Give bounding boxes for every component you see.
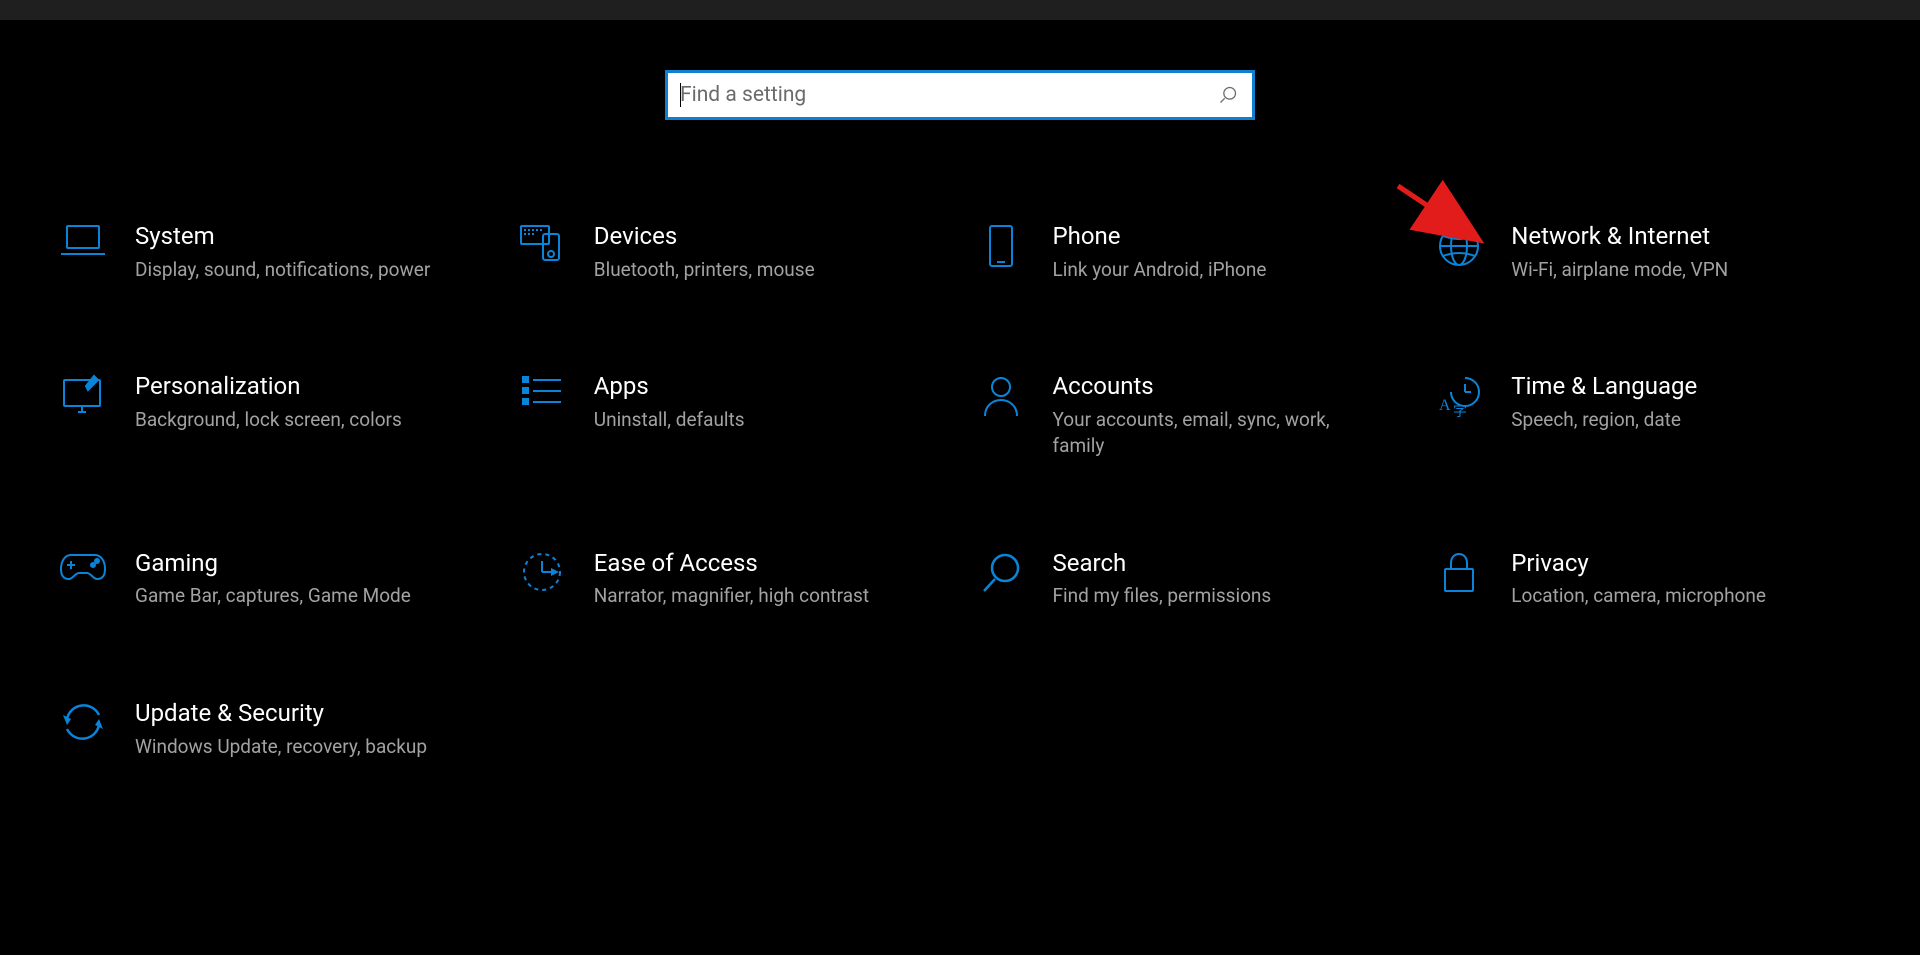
tile-accounts[interactable]: Accounts Your accounts, email, sync, wor…	[973, 372, 1432, 458]
tile-privacy[interactable]: Privacy Location, camera, microphone	[1431, 549, 1890, 609]
tile-ease[interactable]: Ease of Access Narrator, magnifier, high…	[514, 549, 973, 609]
settings-content: System Display, sound, notifications, po…	[0, 20, 1920, 759]
tile-gaming[interactable]: Gaming Game Bar, captures, Game Mode	[55, 549, 514, 609]
tile-personalization[interactable]: Personalization Background, lock screen,…	[55, 372, 514, 458]
globe-icon	[1431, 222, 1487, 268]
gamepad-icon	[55, 549, 111, 583]
tile-desc: Link your Android, iPhone	[1053, 257, 1267, 283]
tile-desc: Display, sound, notifications, power	[135, 257, 430, 283]
tile-title: System	[135, 222, 430, 251]
tile-desc: Your accounts, email, sync, work, family	[1053, 407, 1383, 458]
tile-title: Phone	[1053, 222, 1267, 251]
tile-title: Apps	[594, 372, 745, 401]
tile-desc: Bluetooth, printers, mouse	[594, 257, 815, 283]
search-box[interactable]	[665, 70, 1255, 120]
tile-desc: Wi-Fi, airplane mode, VPN	[1511, 257, 1728, 283]
tile-title: Privacy	[1511, 549, 1766, 578]
tile-title: Search	[1053, 549, 1272, 578]
phone-icon	[973, 222, 1029, 268]
tile-title: Personalization	[135, 372, 402, 401]
sync-icon	[55, 699, 111, 743]
tile-desc: Background, lock screen, colors	[135, 407, 402, 433]
row-1: Personalization Background, lock screen,…	[55, 372, 1890, 458]
tile-title: Time & Language	[1511, 372, 1697, 401]
row-3: Update & Security Windows Update, recove…	[55, 699, 1890, 759]
tile-title: Devices	[594, 222, 815, 251]
tile-phone[interactable]: Phone Link your Android, iPhone	[973, 222, 1432, 282]
tile-title: Ease of Access	[594, 549, 869, 578]
tile-time[interactable]: A 字 Time & Language Speech, region, date	[1431, 372, 1890, 458]
laptop-icon	[55, 222, 111, 258]
search-input[interactable]	[668, 83, 1218, 107]
tile-title: Gaming	[135, 549, 411, 578]
brush-icon	[55, 372, 111, 414]
search-icon[interactable]	[1218, 85, 1252, 105]
lock-icon	[1431, 549, 1487, 595]
search-container	[0, 70, 1920, 120]
titlebar	[0, 0, 1920, 20]
tile-desc: Uninstall, defaults	[594, 407, 745, 433]
tile-desc: Find my files, permissions	[1053, 583, 1272, 609]
row-0: System Display, sound, notifications, po…	[55, 222, 1890, 282]
svg-text:字: 字	[1453, 404, 1467, 418]
tile-desc: Windows Update, recovery, backup	[135, 734, 427, 760]
text-cursor	[680, 83, 681, 107]
tile-network[interactable]: Network & Internet Wi-Fi, airplane mode,…	[1431, 222, 1890, 282]
tile-title: Network & Internet	[1511, 222, 1728, 251]
time-language-icon: A 字	[1431, 372, 1487, 418]
tile-update[interactable]: Update & Security Windows Update, recove…	[55, 699, 535, 759]
search-icon	[973, 549, 1029, 593]
ease-of-access-icon	[514, 549, 570, 593]
list-icon	[514, 372, 570, 408]
svg-text:A: A	[1439, 397, 1451, 414]
tile-desc: Narrator, magnifier, high contrast	[594, 583, 869, 609]
tile-apps[interactable]: Apps Uninstall, defaults	[514, 372, 973, 458]
settings-grid: System Display, sound, notifications, po…	[0, 222, 1920, 759]
tile-system[interactable]: System Display, sound, notifications, po…	[55, 222, 514, 282]
tile-desc: Location, camera, microphone	[1511, 583, 1766, 609]
tile-title: Accounts	[1053, 372, 1383, 401]
tile-desc: Game Bar, captures, Game Mode	[135, 583, 411, 609]
tile-desc: Speech, region, date	[1511, 407, 1697, 433]
person-icon	[973, 372, 1029, 418]
tile-devices[interactable]: Devices Bluetooth, printers, mouse	[514, 222, 973, 282]
devices-icon	[514, 222, 570, 262]
row-2: Gaming Game Bar, captures, Game Mode Eas…	[55, 549, 1890, 609]
tile-title: Update & Security	[135, 699, 427, 728]
tile-search[interactable]: Search Find my files, permissions	[973, 549, 1432, 609]
